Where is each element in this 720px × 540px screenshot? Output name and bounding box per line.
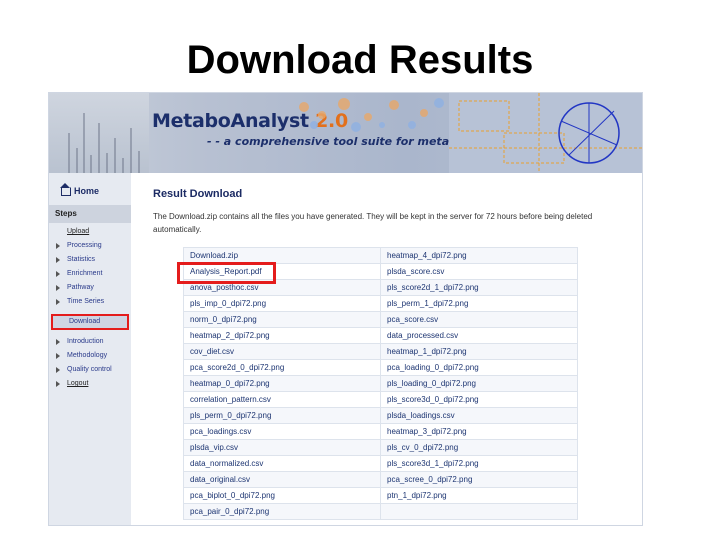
file-link[interactable]: ptn_1_dpi72.png: [380, 487, 578, 504]
sidebar-item-label: Logout: [67, 380, 89, 387]
arrow-right-icon: [56, 381, 60, 387]
file-link[interactable]: correlation_pattern.csv: [183, 391, 381, 408]
sidebar-item-label: Upload: [67, 228, 90, 235]
file-table: Download.zip heatmap_4_dpi72.png Analysis_…: [183, 247, 578, 520]
file-link[interactable]: heatmap_4_dpi72.png: [380, 247, 578, 264]
file-link[interactable]: plsda_score.csv: [380, 263, 578, 280]
file-link[interactable]: data_processed.csv: [380, 327, 578, 344]
sidebar-item-methodology[interactable]: Methodology: [49, 349, 131, 363]
sidebar-item-label: Introduction: [67, 338, 104, 345]
table-row: correlation_pattern.csv pls_score3d_0_dpi…: [183, 391, 578, 408]
home-label: Home: [74, 186, 100, 196]
file-link[interactable]: plsda_vip.csv: [183, 439, 381, 456]
home-icon: [60, 183, 71, 197]
app-banner: MetaboAnalyst 2.0 - - a comprehensive to…: [49, 93, 642, 173]
decorative-dots-graphic: [299, 98, 444, 132]
table-row: cov_diet.csv heatmap_1_dpi72.png: [183, 343, 578, 360]
screenshot-frame: MetaboAnalyst 2.0 - - a comprehensive to…: [48, 92, 643, 526]
sidebar-item-label: Statistics: [67, 256, 96, 263]
file-link[interactable]: heatmap_2_dpi72.png: [183, 327, 381, 344]
file-link[interactable]: heatmap_1_dpi72.png: [380, 343, 578, 360]
sidebar-item-download[interactable]: Download: [51, 314, 129, 330]
sidebar-item-logout[interactable]: Logout: [49, 377, 131, 391]
file-table-body: Download.zip heatmap_4_dpi72.png Analysis_…: [183, 247, 578, 520]
sidebar-item-label: Pathway: [67, 284, 94, 291]
table-row: plsda_vip.csv pls_cv_0_dpi72.png: [183, 439, 578, 456]
sidebar-item-introduction[interactable]: Introduction: [49, 335, 131, 349]
table-row: pca_loadings.csv heatmap_3_dpi72.png: [183, 423, 578, 440]
arrow-right-icon: [56, 299, 60, 305]
file-link[interactable]: pls_loading_0_dpi72.png: [380, 375, 578, 392]
table-row: pca_biplot_0_dpi72.png ptn_1_dpi72.png: [183, 487, 578, 504]
file-link[interactable]: pca_score2d_0_dpi72.png: [183, 359, 381, 376]
file-link[interactable]: heatmap_3_dpi72.png: [380, 423, 578, 440]
arrow-right-icon: [56, 285, 60, 291]
file-link[interactable]: pca_biplot_0_dpi72.png: [183, 487, 381, 504]
file-link[interactable]: [380, 503, 578, 520]
arrow-right-icon: [56, 339, 60, 345]
file-link[interactable]: heatmap_0_dpi72.png: [183, 375, 381, 392]
sidebar-item-label: Enrichment: [67, 270, 103, 277]
arrow-right-icon: [56, 271, 60, 277]
sidebar-item-processing[interactable]: Processing: [49, 239, 131, 253]
home-link[interactable]: Home: [60, 183, 100, 197]
file-link[interactable]: pls_perm_1_dpi72.png: [380, 295, 578, 312]
file-link[interactable]: pls_score2d_1_dpi72.png: [380, 279, 578, 296]
main-content: Result Download The Download.zip contain…: [153, 188, 633, 234]
file-link[interactable]: pls_score3d_1_dpi72.png: [380, 455, 578, 472]
sidebar-item-quality-control[interactable]: Quality control: [49, 363, 131, 377]
file-link[interactable]: pca_score.csv: [380, 311, 578, 328]
sidebar-item-label: Processing: [67, 242, 102, 249]
spectrum-lines-graphic: [68, 113, 140, 173]
file-link[interactable]: pca_loadings.csv: [183, 423, 381, 440]
sidebar-item-pathway[interactable]: Pathway: [49, 281, 131, 295]
sidebar-item-label: Time Series: [67, 298, 105, 305]
file-link[interactable]: plsda_loadings.csv: [380, 407, 578, 424]
sidebar-item-enrichment[interactable]: Enrichment: [49, 267, 131, 281]
sidebar-item-time-series[interactable]: Time Series: [49, 295, 131, 309]
slide-title: Download Results: [186, 38, 534, 82]
pathway-graphic: [449, 93, 642, 173]
table-row: pls_perm_0_dpi72.png plsda_loadings.csv: [183, 407, 578, 424]
file-link[interactable]: pls_score3d_0_dpi72.png: [380, 391, 578, 408]
file-link[interactable]: data_original.csv: [183, 471, 381, 488]
file-link[interactable]: pca_loading_0_dpi72.png: [380, 359, 578, 376]
file-link[interactable]: pca_pair_0_dpi72.png: [183, 503, 381, 520]
steps-list: Upload Processing Statistics Enrichment …: [49, 225, 131, 391]
file-link[interactable]: pls_imp_0_dpi72.png: [183, 295, 381, 312]
arrow-right-icon: [56, 367, 60, 373]
sidebar-item-label: Download: [69, 318, 101, 325]
table-row: data_normalized.csv pls_score3d_1_dpi72.p…: [183, 455, 578, 472]
sidebar-item-statistics[interactable]: Statistics: [49, 253, 131, 267]
arrow-right-icon: [56, 257, 60, 263]
highlight-box: [177, 262, 276, 284]
table-row: norm_0_dpi72.png pca_score.csv: [183, 311, 578, 328]
file-link[interactable]: pls_cv_0_dpi72.png: [380, 439, 578, 456]
sidebar-item-label: Quality control: [67, 366, 112, 373]
sidebar-item-label: Methodology: [67, 352, 108, 359]
file-link[interactable]: pls_perm_0_dpi72.png: [183, 407, 381, 424]
table-row: heatmap_0_dpi72.png pls_loading_0_dpi72.p…: [183, 375, 578, 392]
sidebar-item-upload[interactable]: Upload: [49, 225, 131, 239]
table-row: heatmap_2_dpi72.png data_processed.csv: [183, 327, 578, 344]
download-description: The Download.zip contains all the files …: [153, 212, 593, 234]
page-title: Result Download: [153, 188, 243, 200]
steps-heading: Steps: [49, 205, 131, 223]
table-row: pca_pair_0_dpi72.png: [183, 503, 578, 520]
spectrum-graphic: [49, 93, 149, 173]
arrow-right-icon: [56, 353, 60, 359]
pathway-network-graphic: [449, 93, 642, 173]
table-row: data_original.csv pca_scree_0_dpi72.png: [183, 471, 578, 488]
sidebar: Home Steps Upload Processing Statistics …: [49, 173, 131, 525]
arrow-right-icon: [56, 243, 60, 249]
table-row: pca_score2d_0_dpi72.png pca_loading_0_dpi…: [183, 359, 578, 376]
file-link[interactable]: pca_scree_0_dpi72.png: [380, 471, 578, 488]
file-link[interactable]: cov_diet.csv: [183, 343, 381, 360]
file-link[interactable]: data_normalized.csv: [183, 455, 381, 472]
file-link[interactable]: norm_0_dpi72.png: [183, 311, 381, 328]
table-row: pls_imp_0_dpi72.png pls_perm_1_dpi72.png: [183, 295, 578, 312]
